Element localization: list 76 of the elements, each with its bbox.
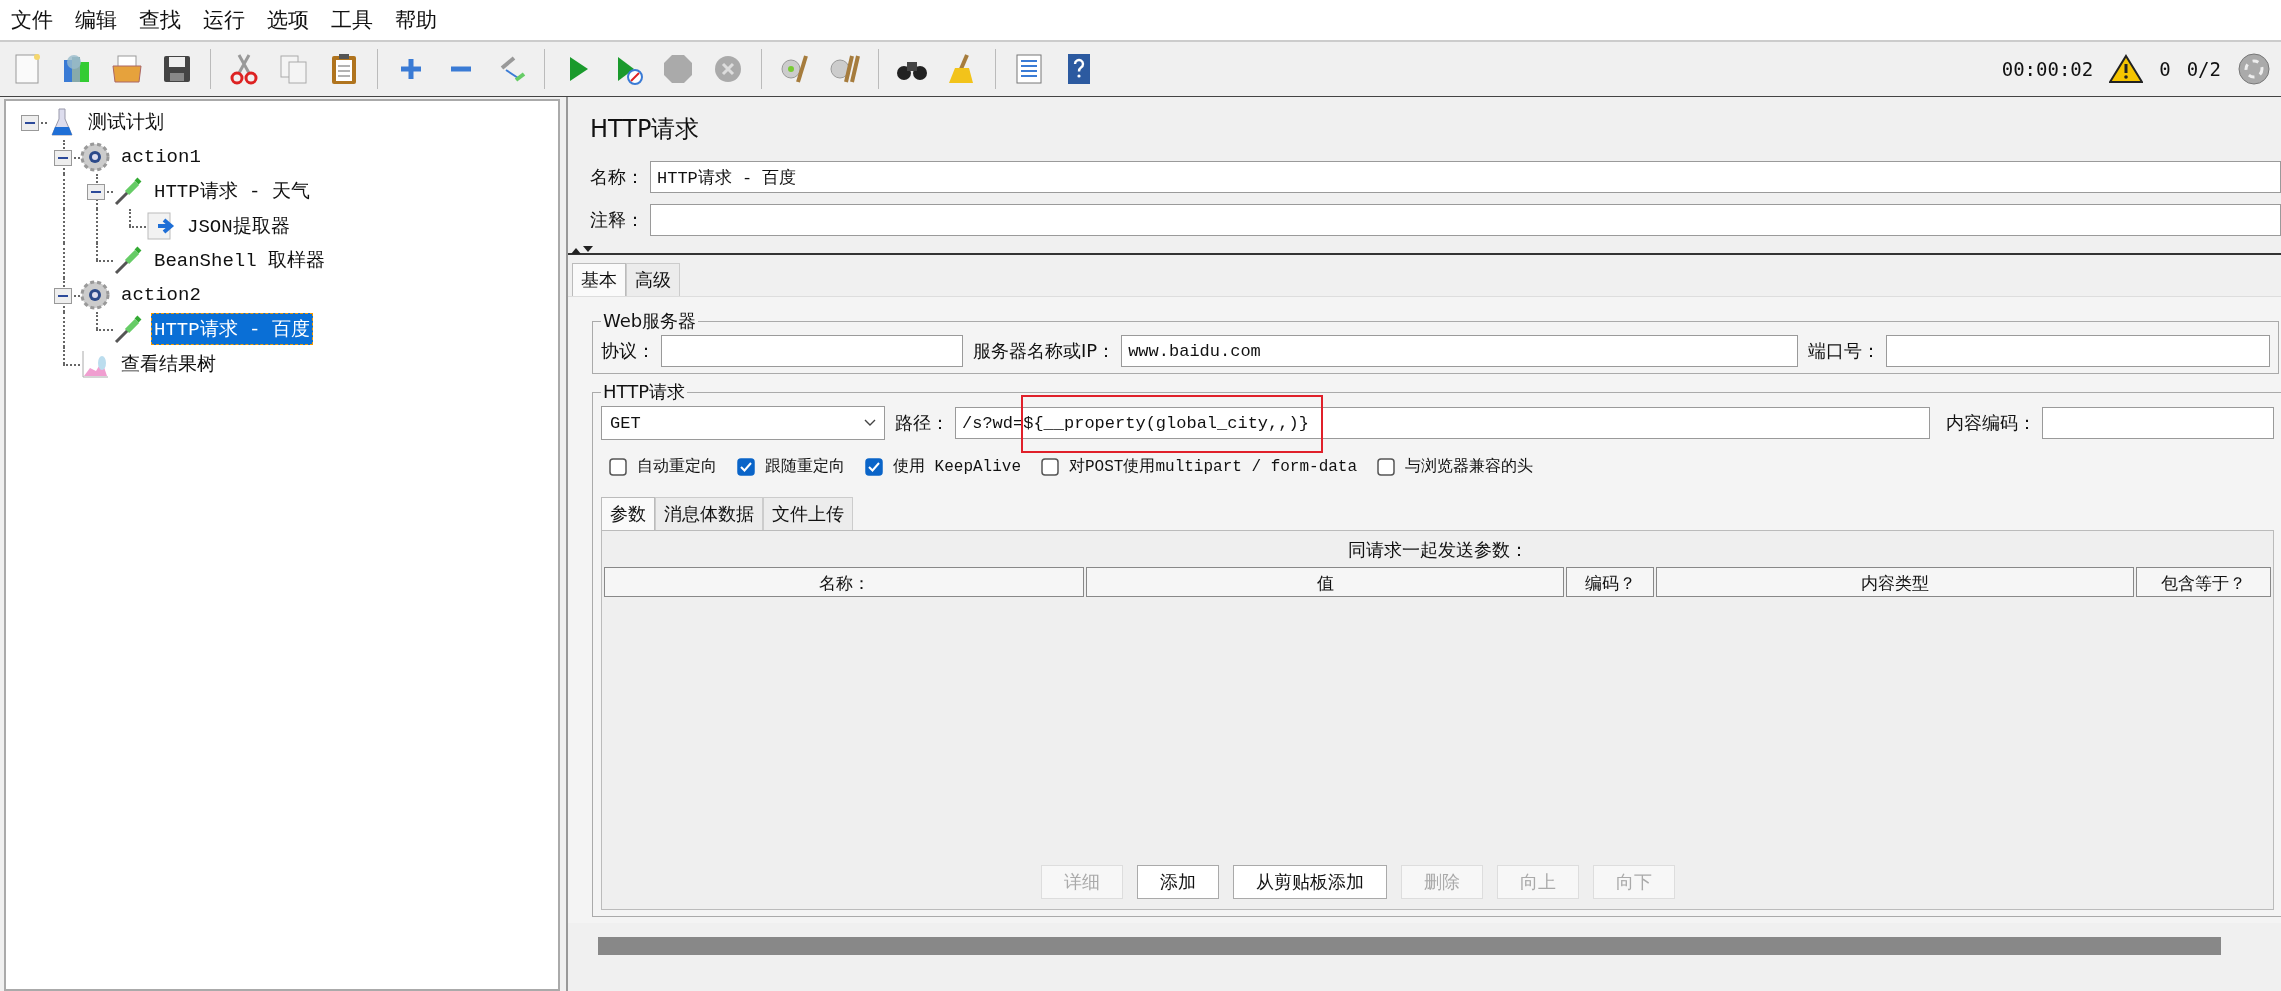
pipette-icon	[113, 176, 143, 207]
column-header[interactable]: 值	[1086, 567, 1564, 597]
action-button[interactable]: 添加	[1136, 865, 1219, 899]
tab[interactable]: 高级	[626, 263, 680, 296]
checkbox-label: 对POST使用multipart / form-data	[1069, 457, 1358, 477]
tree-item[interactable]: action2	[118, 280, 204, 309]
group-legend: HTTP请求	[601, 380, 688, 404]
tree-toggle[interactable]	[87, 184, 105, 200]
menu-item[interactable]: 帮助	[384, 2, 448, 38]
tree-item[interactable]: action1	[118, 142, 204, 171]
checkbox[interactable]	[1377, 457, 1396, 476]
panel-title: HTTP请求	[589, 114, 701, 145]
caret-icon	[864, 419, 876, 427]
protocol-field[interactable]	[661, 335, 963, 367]
checkbox-label: 自动重定向	[637, 457, 717, 477]
column-header[interactable]: 编码？	[1566, 567, 1654, 597]
group-legend: Web服务器	[601, 309, 699, 333]
checkbox[interactable]	[865, 457, 883, 476]
pipette-icon	[113, 314, 143, 345]
tree-item[interactable]: BeanShell 取样器	[151, 244, 329, 277]
field-label: 内容编码：	[1946, 411, 2036, 435]
folder-icon[interactable]	[110, 52, 144, 86]
gear-icon	[80, 141, 110, 172]
column-header[interactable]: 内容类型	[1656, 567, 2134, 597]
server-field[interactable]: www.baidu.com	[1121, 335, 1799, 367]
tab[interactable]: 参数	[601, 497, 655, 530]
menu-item[interactable]: 文件	[0, 2, 64, 38]
tree-item[interactable]: HTTP请求 - 百度	[151, 313, 313, 346]
document-arrow-icon	[146, 210, 176, 241]
checkbox-label: 跟随重定向	[765, 457, 845, 477]
name-field[interactable]: HTTP请求 - 百度	[650, 161, 2281, 193]
tree-toggle[interactable]	[54, 149, 72, 166]
column-header[interactable]: 名称：	[604, 567, 1084, 597]
port-field[interactable]	[1886, 335, 2270, 367]
checkbox[interactable]	[609, 457, 627, 476]
splitter-arrows-icon[interactable]	[570, 245, 594, 255]
scrollbar[interactable]	[598, 937, 2221, 955]
encoding-field[interactable]	[2042, 407, 2274, 439]
field-label: 名称：	[590, 165, 644, 189]
elapsed-time: 00:00:02	[2001, 58, 2094, 80]
thread-count: 0/2	[2186, 58, 2221, 80]
column-header[interactable]: 包含等于？	[2136, 567, 2271, 597]
tree-item[interactable]: HTTP请求 - 天气	[151, 175, 313, 208]
tab[interactable]: 基本	[572, 263, 626, 296]
menu-item[interactable]: 查找	[128, 2, 192, 38]
warning-icon	[2109, 54, 2144, 84]
menu-item[interactable]: 编辑	[64, 2, 128, 38]
menu-item[interactable]: 选项	[256, 2, 320, 38]
tree-toggle[interactable]	[54, 287, 72, 304]
menu-item[interactable]: 运行	[192, 2, 256, 38]
method-dropdown[interactable]: GET	[601, 406, 885, 440]
field-label: 协议：	[601, 339, 655, 363]
field-label: 端口号：	[1808, 339, 1881, 363]
tab[interactable]: 消息体数据	[655, 497, 763, 530]
tree-toggle[interactable]	[21, 115, 39, 131]
checkbox-label: 使用 KeepAlive	[893, 457, 1021, 477]
stop-icon[interactable]	[661, 52, 695, 86]
comment-field[interactable]	[650, 204, 2281, 236]
tree-item[interactable]: 测试计划	[85, 106, 167, 139]
tab[interactable]: 文件上传	[763, 497, 853, 530]
status-circle-icon	[2237, 52, 2271, 86]
field-label: 路径：	[895, 411, 949, 435]
gear-icon	[80, 279, 110, 310]
table-title: 同请求一起发送参数：	[1347, 538, 1528, 562]
warning-count: 0	[2159, 58, 2171, 80]
pipette-icon	[113, 245, 143, 276]
menu-item[interactable]: 工具	[320, 2, 384, 38]
field-label: 注释：	[590, 208, 644, 232]
action-button[interactable]: 从剪贴板添加	[1232, 865, 1387, 899]
checkbox[interactable]	[1041, 457, 1059, 476]
checkbox[interactable]	[737, 457, 755, 476]
tree-item[interactable]: JSON提取器	[184, 209, 293, 242]
checkbox-label: 与浏览器兼容的头	[1405, 456, 1534, 477]
chart-icon	[80, 348, 110, 379]
field-label: 服务器名称或IP：	[973, 339, 1116, 363]
tree-item[interactable]: 查看结果树	[118, 347, 219, 380]
